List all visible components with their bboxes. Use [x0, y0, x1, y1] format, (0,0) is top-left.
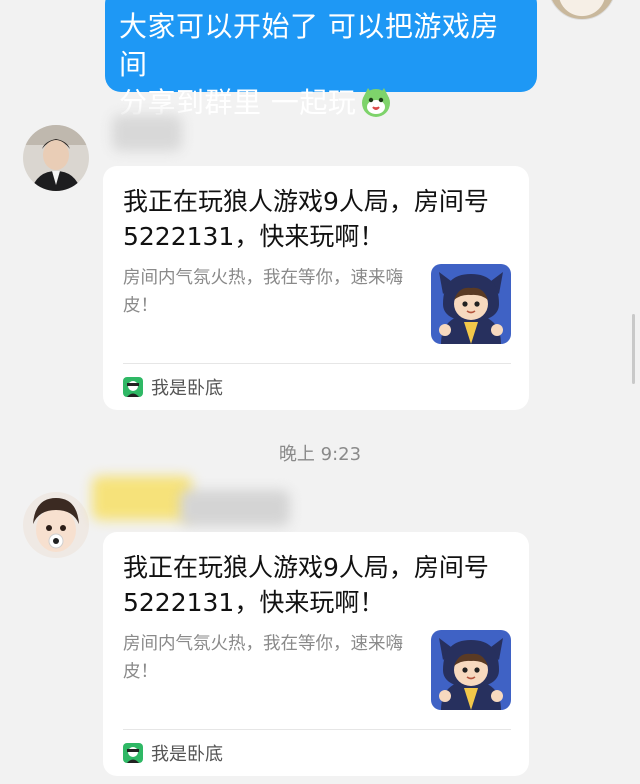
chat-window: 大家可以开始了 可以把游戏房间 分享到群里 一起玩 我正在玩狼人游戏9人局，房间… — [0, 0, 640, 784]
sender-avatar[interactable] — [23, 125, 89, 191]
card-source[interactable]: 我是卧底 — [123, 374, 223, 400]
card-divider — [123, 729, 511, 730]
blurred-sender-name — [180, 490, 290, 526]
game-invite-card[interactable]: 我正在玩狼人游戏9人局，房间号5222131，快来玩啊！ 房间内气氛火热，我在等… — [103, 166, 529, 410]
card-title: 我正在玩狼人游戏9人局，房间号5222131，快来玩啊！ — [123, 553, 489, 617]
sender-avatar[interactable] — [23, 492, 89, 558]
card-description: 房间内气氛火热，我在等你，速来嗨皮！ — [123, 634, 403, 682]
blurred-sender-name — [112, 115, 182, 151]
source-app-name: 我是卧底 — [151, 744, 223, 765]
outgoing-message-bubble[interactable]: 大家可以开始了 可以把游戏房间 分享到群里 一起玩 — [105, 0, 537, 119]
message-timestamp: 晚上 9:23 — [278, 444, 362, 465]
scrollbar[interactable] — [632, 314, 635, 384]
app-logo-icon — [123, 377, 143, 397]
werewolf-boy-icon — [431, 264, 511, 344]
card-description: 房间内气氛火热，我在等你，速来嗨皮！ — [123, 268, 403, 316]
card-title: 我正在玩狼人游戏9人局，房间号5222131，快来玩啊！ — [123, 187, 489, 251]
werewolf-boy-icon — [431, 630, 511, 710]
card-source[interactable]: 我是卧底 — [123, 740, 223, 766]
app-logo-icon — [123, 743, 143, 763]
self-avatar[interactable] — [548, 0, 616, 20]
green-cat-emoji-icon — [360, 86, 392, 118]
blurred-sender-name-highlight — [92, 476, 192, 520]
game-invite-card[interactable]: 我正在玩狼人游戏9人局，房间号5222131，快来玩啊！ 房间内气氛火热，我在等… — [103, 532, 529, 776]
outgoing-message-line-1: 大家可以开始了 可以把游戏房间 — [119, 10, 499, 81]
card-divider — [123, 363, 511, 364]
source-app-name: 我是卧底 — [151, 378, 223, 399]
